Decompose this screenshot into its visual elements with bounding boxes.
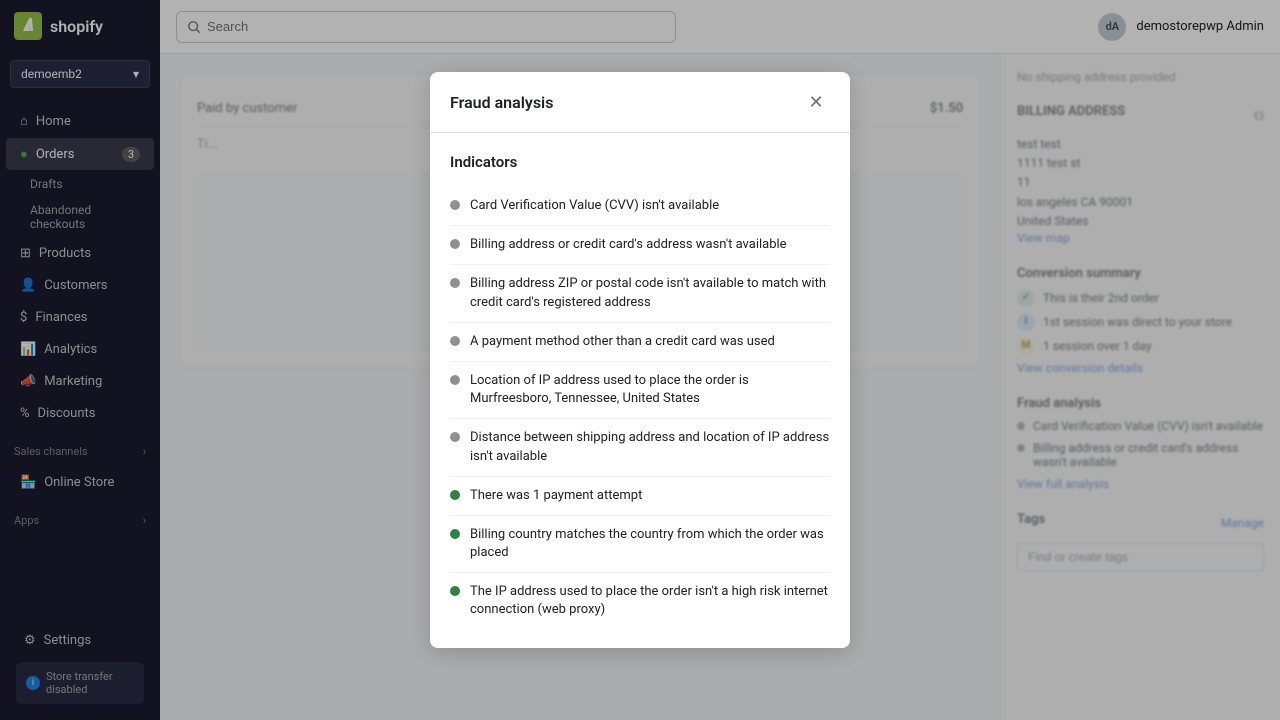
indicator-dot xyxy=(450,432,460,442)
modal-close-button[interactable]: ✕ xyxy=(802,88,830,116)
indicator-item: A payment method other than a credit car… xyxy=(450,323,830,362)
indicator-item: Billing address ZIP or postal code isn't… xyxy=(450,265,830,322)
indicator-text: There was 1 payment attempt xyxy=(470,487,642,505)
indicator-dot xyxy=(450,375,460,385)
indicator-dot xyxy=(450,490,460,500)
modal-header: Fraud analysis ✕ xyxy=(430,72,850,133)
indicator-item: Distance between shipping address and lo… xyxy=(450,419,830,476)
indicator-dot xyxy=(450,586,460,596)
indicator-item: Billing country matches the country from… xyxy=(450,516,830,573)
indicator-text: Location of IP address used to place the… xyxy=(470,372,830,408)
additional-title: Additional information xyxy=(450,646,830,648)
indicator-dot xyxy=(450,278,460,288)
fraud-analysis-modal: Fraud analysis ✕ Indicators Card Verific… xyxy=(430,72,850,648)
modal-overlay: Fraud analysis ✕ Indicators Card Verific… xyxy=(160,0,1280,720)
indicator-item: Billing address or credit card's address… xyxy=(450,226,830,265)
indicator-dot xyxy=(450,529,460,539)
close-icon: ✕ xyxy=(808,92,823,113)
indicator-dot xyxy=(450,239,460,249)
indicator-text: Card Verification Value (CVV) isn't avai… xyxy=(470,197,719,215)
indicators-list: Card Verification Value (CVV) isn't avai… xyxy=(450,187,830,630)
indicator-item: The IP address used to place the order i… xyxy=(450,573,830,629)
indicator-text: A payment method other than a credit car… xyxy=(470,333,775,351)
indicator-text: Billing country matches the country from… xyxy=(470,526,830,562)
indicator-item: Location of IP address used to place the… xyxy=(450,362,830,419)
modal-title: Fraud analysis xyxy=(450,93,553,112)
additional-section: Additional information This order was pl… xyxy=(450,646,830,648)
indicators-title: Indicators xyxy=(450,153,830,171)
modal-body: Indicators Card Verification Value (CVV)… xyxy=(430,133,850,648)
indicator-text: The IP address used to place the order i… xyxy=(470,583,830,619)
indicator-dot xyxy=(450,200,460,210)
indicator-dot xyxy=(450,336,460,346)
indicator-item: There was 1 payment attempt xyxy=(450,477,830,516)
indicator-text: Billing address ZIP or postal code isn't… xyxy=(470,275,830,311)
indicator-text: Billing address or credit card's address… xyxy=(470,236,787,254)
indicator-text: Distance between shipping address and lo… xyxy=(470,429,830,465)
indicator-item: Card Verification Value (CVV) isn't avai… xyxy=(450,187,830,226)
